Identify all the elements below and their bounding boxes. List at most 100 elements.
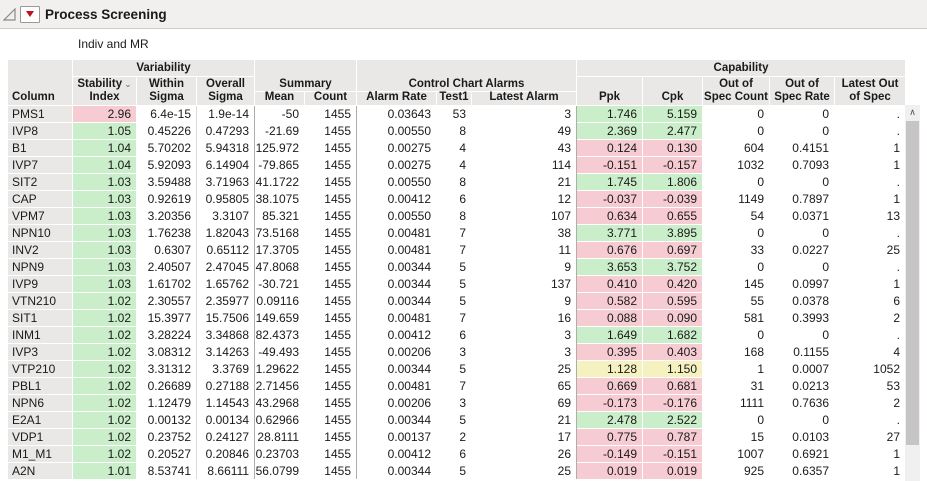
within-sigma-cell[interactable]: 5.92093 bbox=[137, 157, 196, 173]
cpk-cell[interactable]: 0.090 bbox=[643, 310, 702, 326]
column-header-oos-count[interactable]: Out ofSpec Count bbox=[703, 77, 769, 105]
ppk-cell[interactable]: 0.088 bbox=[577, 310, 642, 326]
overall-sigma-cell[interactable]: 6.14904 bbox=[197, 157, 254, 173]
alarm-rate-cell[interactable]: 0.00206 bbox=[357, 395, 436, 411]
cpk-cell[interactable]: 0.681 bbox=[643, 378, 702, 394]
cpk-cell[interactable]: 1.682 bbox=[643, 327, 702, 343]
row-label-cell[interactable]: INM1 bbox=[8, 327, 72, 343]
alarm-rate-cell[interactable]: 0.00550 bbox=[357, 174, 436, 190]
cpk-cell[interactable]: 0.655 bbox=[643, 208, 702, 224]
test1-cell[interactable]: 5 bbox=[437, 259, 471, 275]
oos-count-cell[interactable]: 15 bbox=[703, 429, 769, 445]
latest-oos-cell[interactable]: 6 bbox=[835, 293, 905, 309]
ppk-cell[interactable]: 0.634 bbox=[577, 208, 642, 224]
stability-index-cell[interactable]: 1.02 bbox=[73, 378, 136, 394]
oos-rate-cell[interactable]: 0.6921 bbox=[770, 446, 834, 462]
cpk-cell[interactable]: -0.039 bbox=[643, 191, 702, 207]
count-cell[interactable]: 1455 bbox=[305, 140, 356, 156]
red-triangle-menu-button[interactable] bbox=[20, 6, 40, 23]
oos-count-cell[interactable]: 0 bbox=[703, 327, 769, 343]
test1-cell[interactable]: 6 bbox=[437, 191, 471, 207]
test1-cell[interactable]: 3 bbox=[437, 395, 471, 411]
alarm-rate-cell[interactable]: 0.00481 bbox=[357, 225, 436, 241]
overall-sigma-cell[interactable]: 0.20846 bbox=[197, 446, 254, 462]
stability-index-cell[interactable]: 1.03 bbox=[73, 191, 136, 207]
within-sigma-cell[interactable]: 3.08312 bbox=[137, 344, 196, 360]
overall-sigma-cell[interactable]: 1.82043 bbox=[197, 225, 254, 241]
within-sigma-cell[interactable]: 8.53741 bbox=[137, 463, 196, 479]
latest-alarm-cell[interactable]: 3 bbox=[472, 344, 576, 360]
latest-oos-cell[interactable]: . bbox=[835, 123, 905, 139]
latest-alarm-cell[interactable]: 114 bbox=[472, 157, 576, 173]
row-label-cell[interactable]: VPM7 bbox=[8, 208, 72, 224]
test1-cell[interactable]: 7 bbox=[437, 225, 471, 241]
oos-count-cell[interactable]: 168 bbox=[703, 344, 769, 360]
alarm-rate-cell[interactable]: 0.00550 bbox=[357, 123, 436, 139]
mean-cell[interactable]: 47.8068 bbox=[255, 259, 304, 275]
mean-cell[interactable]: 149.659 bbox=[255, 310, 304, 326]
oos-count-cell[interactable]: 55 bbox=[703, 293, 769, 309]
within-sigma-cell[interactable]: 0.00132 bbox=[137, 412, 196, 428]
column-header-overall-sigma[interactable]: Overall Sigma bbox=[197, 77, 254, 105]
alarm-rate-cell[interactable]: 0.00412 bbox=[357, 191, 436, 207]
mean-cell[interactable]: 85.321 bbox=[255, 208, 304, 224]
count-cell[interactable]: 1455 bbox=[305, 208, 356, 224]
overall-sigma-cell[interactable]: 3.3107 bbox=[197, 208, 254, 224]
ppk-cell[interactable]: 3.771 bbox=[577, 225, 642, 241]
count-cell[interactable]: 1455 bbox=[305, 106, 356, 122]
ppk-cell[interactable]: 0.669 bbox=[577, 378, 642, 394]
oos-rate-cell[interactable]: 0 bbox=[770, 225, 834, 241]
column-header-mean[interactable]: Mean bbox=[255, 92, 304, 105]
within-sigma-cell[interactable]: 2.30557 bbox=[137, 293, 196, 309]
overall-sigma-cell[interactable]: 3.3769 bbox=[197, 361, 254, 377]
ppk-cell[interactable]: 1.746 bbox=[577, 106, 642, 122]
latest-oos-cell[interactable]: . bbox=[835, 106, 905, 122]
alarm-rate-cell[interactable]: 0.00275 bbox=[357, 157, 436, 173]
latest-oos-cell[interactable]: 1 bbox=[835, 446, 905, 462]
alarm-rate-cell[interactable]: 0.00344 bbox=[357, 276, 436, 292]
oos-count-cell[interactable]: 604 bbox=[703, 140, 769, 156]
latest-alarm-cell[interactable]: 11 bbox=[472, 242, 576, 258]
test1-cell[interactable]: 5 bbox=[437, 412, 471, 428]
oos-rate-cell[interactable]: 0.0103 bbox=[770, 429, 834, 445]
count-cell[interactable]: 1455 bbox=[305, 191, 356, 207]
cpk-cell[interactable]: -0.176 bbox=[643, 395, 702, 411]
oos-count-cell[interactable]: 0 bbox=[703, 106, 769, 122]
oos-rate-cell[interactable]: 0.0371 bbox=[770, 208, 834, 224]
alarm-rate-cell[interactable]: 0.00481 bbox=[357, 310, 436, 326]
row-label-cell[interactable]: M1_M1 bbox=[8, 446, 72, 462]
test1-cell[interactable]: 6 bbox=[437, 446, 471, 462]
column-header-latest-alarm[interactable]: Latest Alarm bbox=[472, 92, 576, 105]
cpk-cell[interactable]: 0.787 bbox=[643, 429, 702, 445]
test1-cell[interactable]: 5 bbox=[437, 361, 471, 377]
oos-rate-cell[interactable]: 0.7897 bbox=[770, 191, 834, 207]
mean-cell[interactable]: 38.1075 bbox=[255, 191, 304, 207]
overall-sigma-cell[interactable]: 3.71963 bbox=[197, 174, 254, 190]
mean-cell[interactable]: -49.493 bbox=[255, 344, 304, 360]
alarm-rate-cell[interactable]: 0.00481 bbox=[357, 378, 436, 394]
within-sigma-cell[interactable]: 0.92619 bbox=[137, 191, 196, 207]
latest-oos-cell[interactable]: 1 bbox=[835, 157, 905, 173]
ppk-cell[interactable]: 0.124 bbox=[577, 140, 642, 156]
count-cell[interactable]: 1455 bbox=[305, 361, 356, 377]
oos-rate-cell[interactable]: 0.0997 bbox=[770, 276, 834, 292]
stability-index-cell[interactable]: 1.02 bbox=[73, 395, 136, 411]
oos-count-cell[interactable]: 0 bbox=[703, 123, 769, 139]
oos-rate-cell[interactable]: 0.1155 bbox=[770, 344, 834, 360]
mean-cell[interactable]: -79.865 bbox=[255, 157, 304, 173]
test1-cell[interactable]: 2 bbox=[437, 429, 471, 445]
oos-rate-cell[interactable]: 0 bbox=[770, 327, 834, 343]
stability-index-cell[interactable]: 1.02 bbox=[73, 293, 136, 309]
oos-count-cell[interactable]: 33 bbox=[703, 242, 769, 258]
count-cell[interactable]: 1455 bbox=[305, 276, 356, 292]
overall-sigma-cell[interactable]: 0.00134 bbox=[197, 412, 254, 428]
row-label-cell[interactable]: NPN6 bbox=[8, 395, 72, 411]
oos-rate-cell[interactable]: 0.3993 bbox=[770, 310, 834, 326]
overall-sigma-cell[interactable]: 3.14263 bbox=[197, 344, 254, 360]
cpk-cell[interactable]: 0.595 bbox=[643, 293, 702, 309]
stability-index-cell[interactable]: 1.03 bbox=[73, 276, 136, 292]
test1-cell[interactable]: 6 bbox=[437, 327, 471, 343]
oos-rate-cell[interactable]: 0.4151 bbox=[770, 140, 834, 156]
stability-index-cell[interactable]: 2.96 bbox=[73, 106, 136, 122]
test1-cell[interactable]: 4 bbox=[437, 140, 471, 156]
